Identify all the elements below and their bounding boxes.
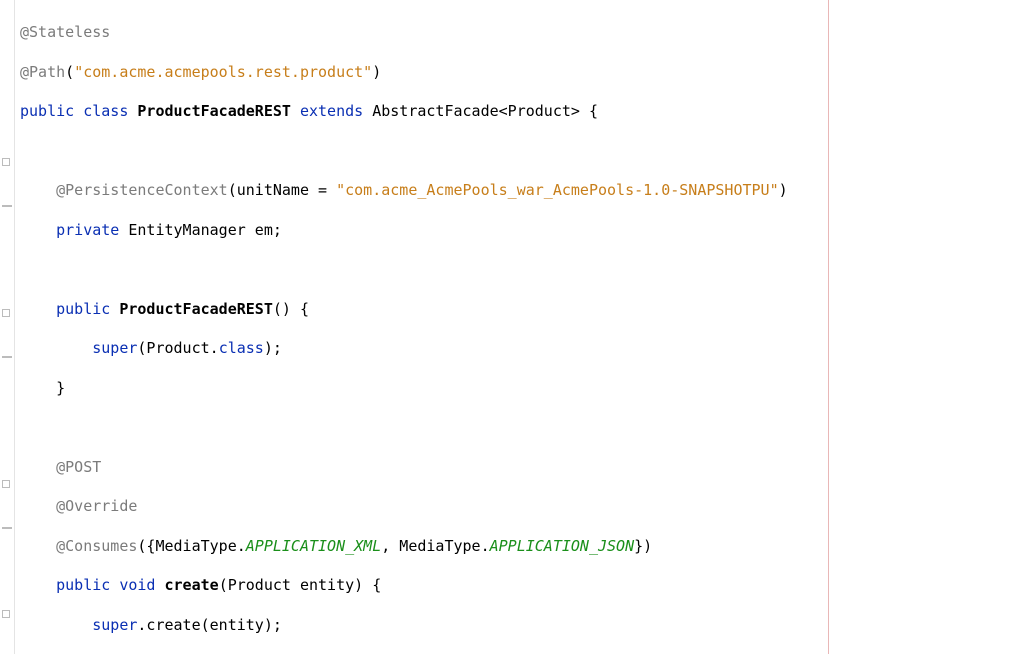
keyword: public bbox=[56, 300, 110, 318]
text: (Product entity) { bbox=[219, 576, 382, 594]
static-field: APPLICATION_JSON bbox=[490, 537, 635, 555]
text: () { bbox=[273, 300, 309, 318]
keyword: public bbox=[20, 102, 74, 120]
text: ); bbox=[264, 339, 282, 357]
code-line[interactable] bbox=[20, 259, 788, 281]
text: , MediaType. bbox=[381, 537, 489, 555]
code-line[interactable]: private EntityManager em; bbox=[20, 220, 788, 242]
keyword: void bbox=[119, 576, 155, 594]
keyword: class bbox=[83, 102, 128, 120]
text: (unitName = bbox=[228, 181, 336, 199]
text: }) bbox=[634, 537, 652, 555]
code-line[interactable]: @PersistenceContext(unitName = "com.acme… bbox=[20, 180, 788, 202]
text: ) bbox=[372, 63, 381, 81]
text: EntityManager em; bbox=[119, 221, 282, 239]
code-line[interactable]: super(Product.class); bbox=[20, 338, 788, 360]
method-name: create bbox=[165, 576, 219, 594]
code-line[interactable]: public class ProductFacadeREST extends A… bbox=[20, 101, 788, 123]
keyword: class bbox=[219, 339, 264, 357]
code-line[interactable]: @Stateless bbox=[20, 22, 788, 44]
keyword: extends bbox=[300, 102, 363, 120]
code-line[interactable]: @Path("com.acme.acmepools.rest.product") bbox=[20, 62, 788, 84]
print-margin bbox=[828, 0, 829, 654]
annotation: @Stateless bbox=[20, 23, 110, 41]
string: "com.acme.acmepools.rest.product" bbox=[74, 63, 372, 81]
annotation: @Consumes bbox=[56, 537, 137, 555]
text: AbstractFacade<Product> { bbox=[363, 102, 598, 120]
static-field: APPLICATION_XML bbox=[246, 537, 381, 555]
keyword: private bbox=[56, 221, 119, 239]
text: ) bbox=[779, 181, 788, 199]
annotation: @POST bbox=[56, 458, 101, 476]
code-line[interactable]: } bbox=[20, 378, 788, 400]
code-line[interactable] bbox=[20, 141, 788, 163]
code-line[interactable]: super.create(entity); bbox=[20, 615, 788, 637]
keyword: super bbox=[92, 339, 137, 357]
code-area[interactable]: @Stateless @Path("com.acme.acmepools.res… bbox=[20, 4, 788, 654]
keyword: super bbox=[92, 616, 137, 634]
method-name: ProductFacadeREST bbox=[119, 300, 273, 318]
code-line[interactable]: @Consumes({MediaType.APPLICATION_XML, Me… bbox=[20, 536, 788, 558]
text: } bbox=[56, 379, 65, 397]
code-line[interactable]: @Override bbox=[20, 496, 788, 518]
annotation: @Override bbox=[56, 497, 137, 515]
annotation: @PersistenceContext bbox=[56, 181, 228, 199]
text: ( bbox=[65, 63, 74, 81]
keyword: public bbox=[56, 576, 110, 594]
class-name: ProductFacadeREST bbox=[137, 102, 291, 120]
string: "com.acme_AcmePools_war_AcmePools-1.0-SN… bbox=[336, 181, 779, 199]
code-editor[interactable]: @Stateless @Path("com.acme.acmepools.res… bbox=[0, 0, 1024, 654]
text: (Product. bbox=[137, 339, 218, 357]
text: ({MediaType. bbox=[137, 537, 245, 555]
text: .create(entity); bbox=[137, 616, 282, 634]
code-line[interactable]: @POST bbox=[20, 457, 788, 479]
annotation: @Path bbox=[20, 63, 65, 81]
code-line[interactable] bbox=[20, 417, 788, 439]
code-line[interactable]: public void create(Product entity) { bbox=[20, 575, 788, 597]
code-line[interactable]: public ProductFacadeREST() { bbox=[20, 299, 788, 321]
gutter bbox=[0, 0, 15, 654]
